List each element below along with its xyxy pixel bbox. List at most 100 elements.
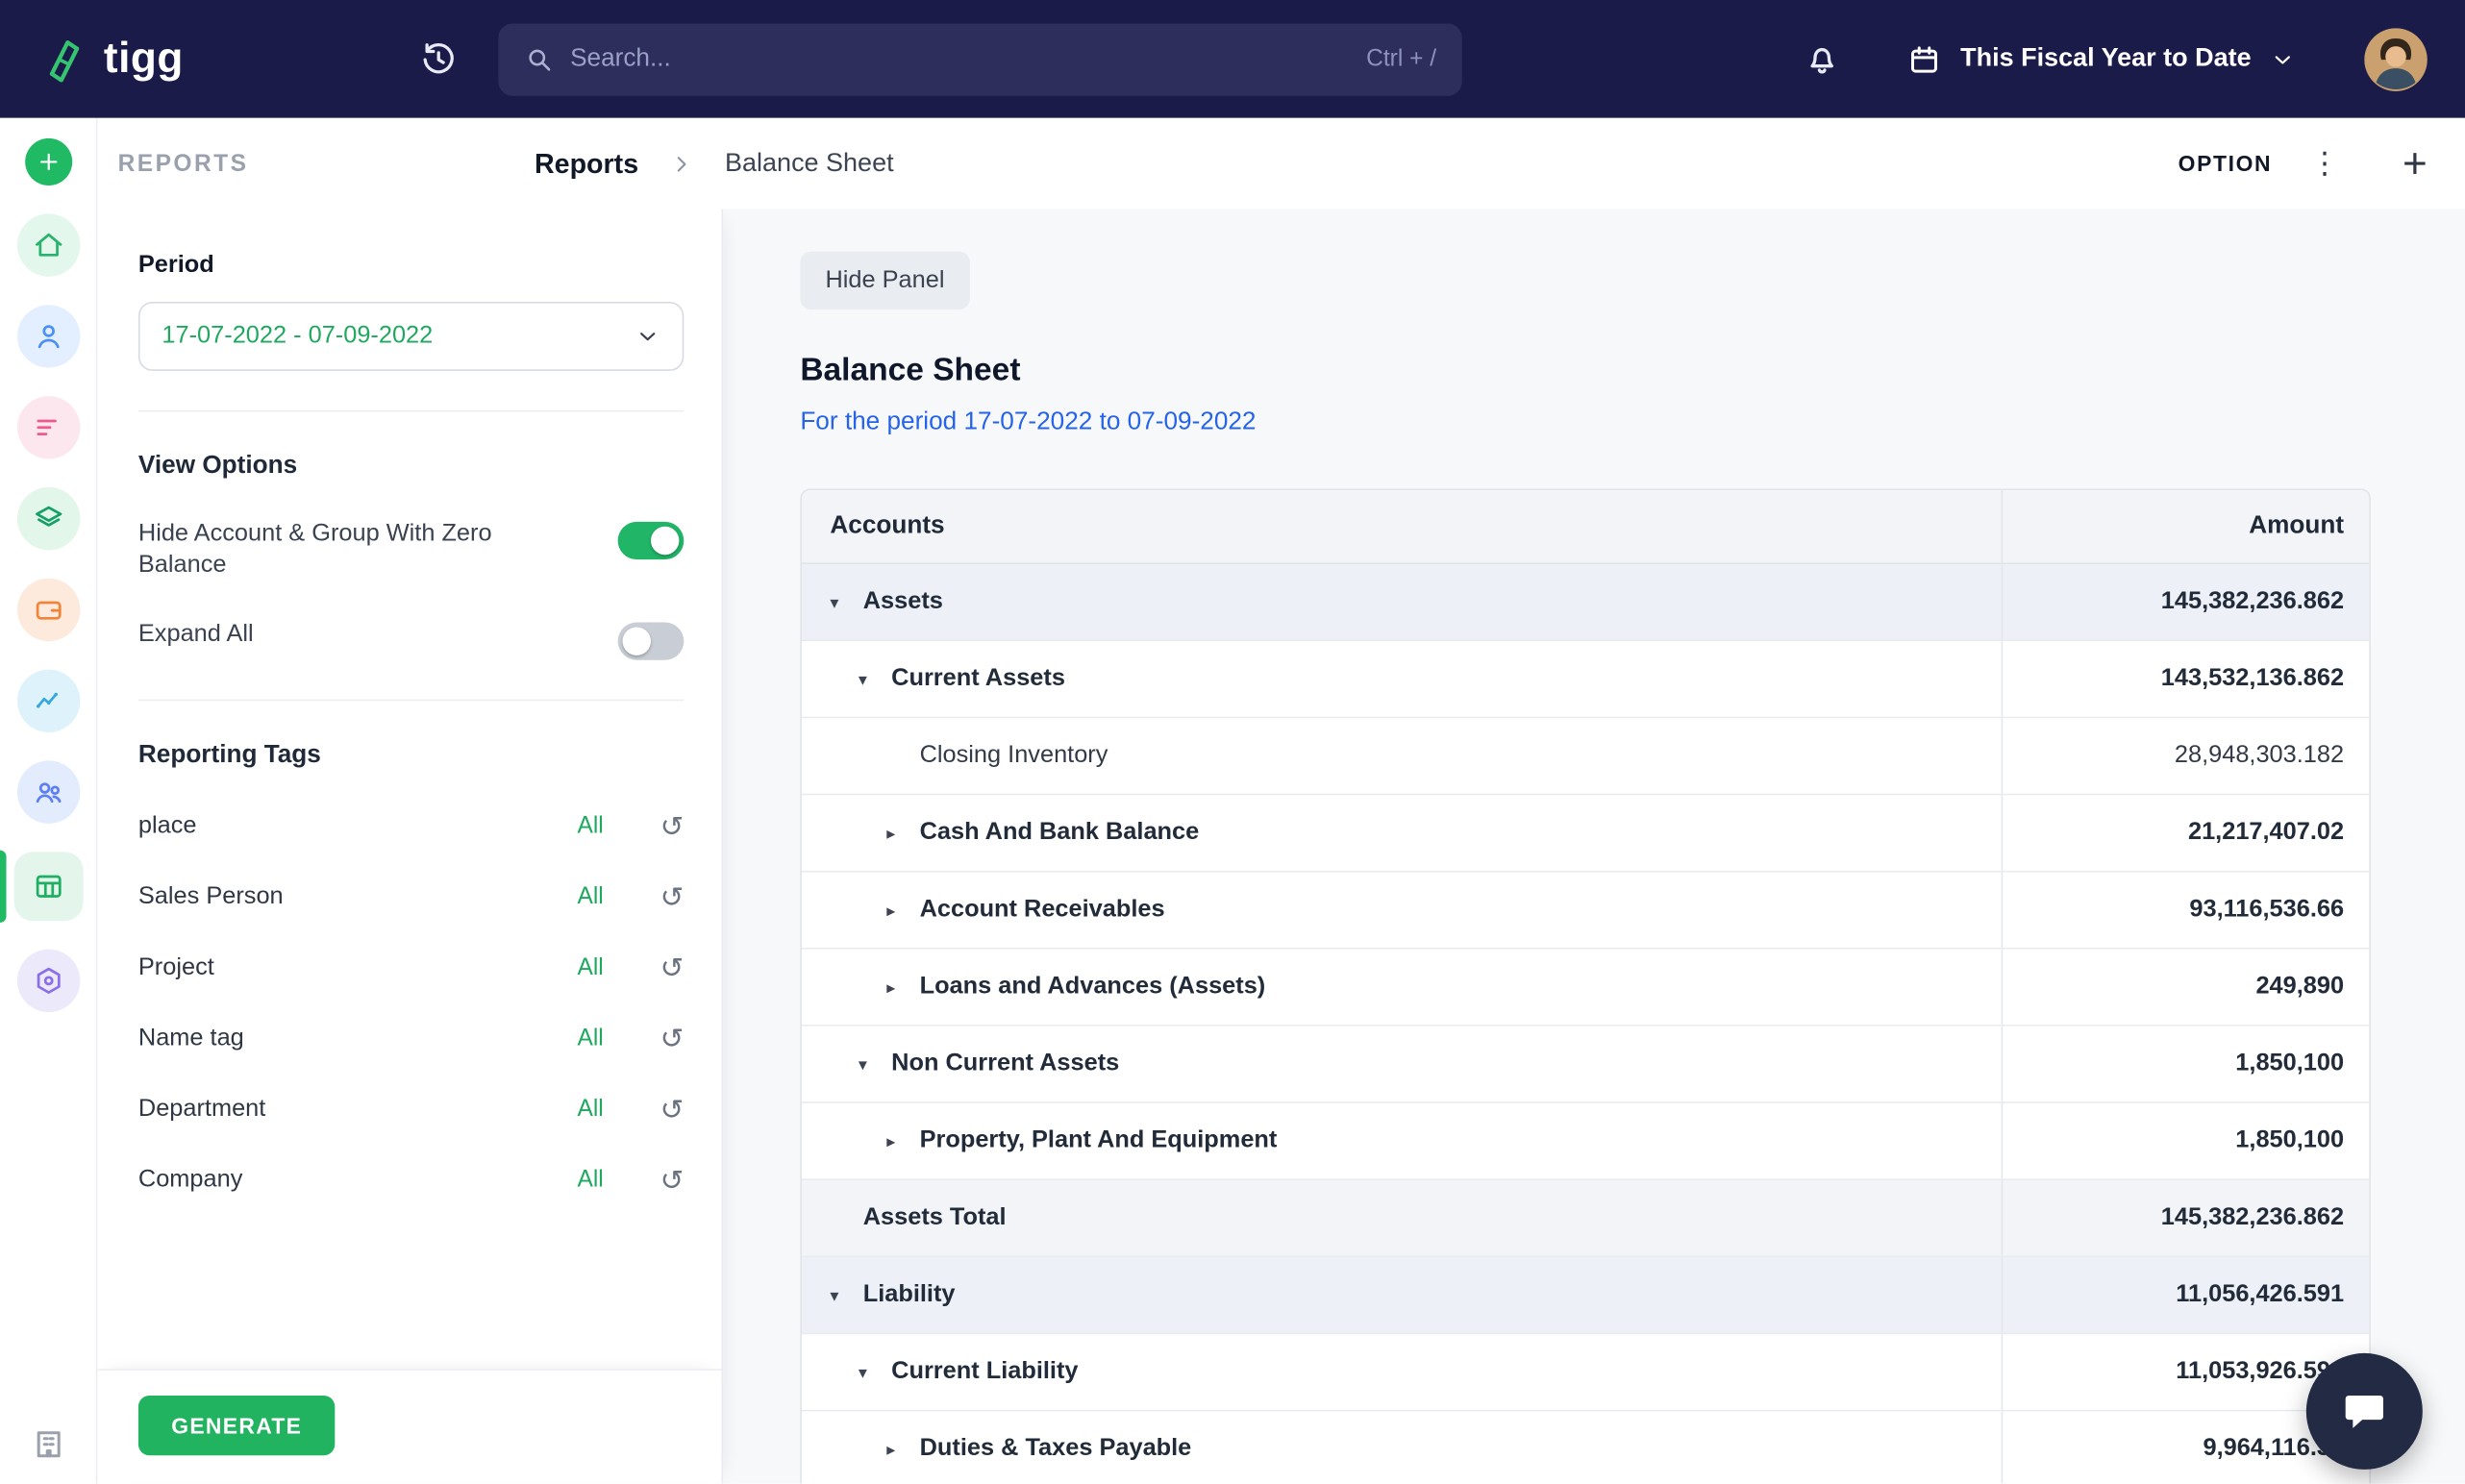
tag-row-place: place All ↺ [138,812,684,840]
bell-icon[interactable] [1804,40,1841,78]
topbar: tigg Ctrl + / This [0,0,2465,118]
caret-icon[interactable]: ▸ [886,823,919,843]
amount-value: 143,532,136.862 [2002,641,2370,716]
breadcrumb-reports[interactable]: Reports [535,147,638,180]
toggle-knob [651,527,679,555]
chat-widget-button[interactable] [2306,1353,2423,1470]
tag-row-project: Project All ↺ [138,953,684,981]
sidebar-item-home[interactable] [16,213,79,276]
sidebar-item-reports[interactable] [13,852,83,921]
table-row-assets[interactable]: ▾Assets 145,382,236.862 [802,564,2369,641]
section-label: REPORTS [118,150,249,177]
search-input[interactable] [570,45,1349,73]
breadcrumb-balance-sheet[interactable]: Balance Sheet [725,149,894,179]
reset-icon[interactable]: ↺ [660,953,685,981]
hide-panel-button[interactable]: Hide Panel [800,252,969,310]
account-label: Non Current Assets [891,1050,1119,1077]
account-label: Liability [863,1281,956,1309]
chevron-right-icon [670,152,694,176]
table-row-non-current-assets[interactable]: ▾Non Current Assets 1,850,100 [802,1026,2369,1103]
divider [138,410,684,412]
tag-row-company: Company All ↺ [138,1166,684,1194]
reset-icon[interactable]: ↺ [660,882,685,910]
caret-icon[interactable]: ▸ [886,1131,919,1151]
add-button[interactable] [24,138,71,186]
table-row-cash-and-bank[interactable]: ▸Cash And Bank Balance 21,217,407.02 [802,795,2369,872]
caret-icon[interactable]: ▸ [886,1439,919,1459]
tag-value[interactable]: All [578,1167,604,1194]
sidebar-item-analytics[interactable] [16,670,79,732]
table-row-current-assets[interactable]: ▾Current Assets 143,532,136.862 [802,641,2369,718]
account-label: Loans and Advances (Assets) [920,973,1266,1001]
tag-row-sales-person: Sales Person All ↺ [138,882,684,910]
sidebar-item-settings[interactable] [16,950,79,1012]
caret-icon[interactable]: ▾ [830,1285,862,1305]
toggle-label: Hide Account & Group With Zero Balance [138,519,560,581]
sidebar-item-inventory[interactable] [16,487,79,550]
period-dropdown[interactable]: 17-07-2022 - 07-09-2022 [138,302,684,371]
table-row-account-receivables[interactable]: ▸Account Receivables 93,116,536.66 [802,873,2369,950]
tag-row-department: Department All ↺ [138,1095,684,1123]
search-shortcut: Ctrl + / [1366,45,1436,72]
account-label: Cash And Bank Balance [920,819,1200,847]
reset-icon[interactable]: ↺ [660,1166,685,1194]
icon-rail [0,118,97,1484]
amount-value: 11,056,426.591 [2002,1257,2370,1332]
reset-icon[interactable]: ↺ [660,1025,685,1052]
kebab-menu-icon[interactable]: ⋮ [2309,145,2339,182]
caret-icon[interactable]: ▾ [859,1362,891,1382]
user-avatar[interactable] [2364,28,2427,90]
caret-icon[interactable]: ▸ [886,900,919,920]
amount-value: 21,217,407.02 [2002,795,2370,870]
sidebar-item-customers[interactable] [16,760,79,823]
tag-value[interactable]: All [578,813,604,840]
account-label: Assets [863,588,943,616]
amount-value: 1,850,100 [2002,1103,2370,1178]
amount-value: 249,890 [2002,950,2370,1025]
amount-value: 93,116,536.66 [2002,873,2370,948]
app-window: tigg Ctrl + / This [0,0,2465,1484]
sidebar-item-organization[interactable] [31,1427,65,1462]
period-value: 17-07-2022 - 07-09-2022 [162,322,433,350]
generate-button[interactable]: GENERATE [138,1396,336,1455]
app-logo[interactable]: tigg [37,34,184,84]
caret-icon[interactable]: ▸ [886,977,919,997]
table-row-loans-advances[interactable]: ▸Loans and Advances (Assets) 249,890 [802,950,2369,1026]
chevron-down-icon [2270,46,2295,71]
sidebar-item-sales[interactable] [16,396,79,458]
caret-icon[interactable]: ▾ [859,1053,891,1074]
panel-footer: GENERATE [97,1369,721,1483]
toggle-hide-zero-balance[interactable] [618,522,685,559]
report-subtitle[interactable]: For the period 17-07-2022 to 07-09-2022 [800,408,2465,436]
sidebar-item-payroll[interactable] [16,579,79,641]
table-header: Accounts Amount [802,490,2369,564]
toggle-knob [623,627,651,655]
tag-value[interactable]: All [578,1096,604,1123]
toggle-expand-all[interactable] [618,622,685,659]
balance-sheet-table: Accounts Amount ▾Assets 145,382,236.862 … [800,489,2371,1484]
table-icon [33,871,64,903]
tag-value[interactable]: All [578,1025,604,1051]
reset-icon[interactable]: ↺ [660,1095,685,1123]
tag-label: Department [138,1095,578,1123]
search-bar: Ctrl + / [498,23,1461,95]
sidebar-item-contacts[interactable] [16,305,79,367]
reset-icon[interactable]: ↺ [660,812,685,840]
accounts-column-header: Accounts [802,490,2002,562]
table-row-current-liability[interactable]: ▾Current Liability 11,053,926.591 [802,1334,2369,1411]
caret-icon[interactable]: ▾ [830,592,862,612]
table-row-duties-taxes-payable[interactable]: ▸Duties & Taxes Payable 9,964,116.36 [802,1411,2369,1483]
history-icon[interactable] [419,40,457,78]
amount-value: 145,382,236.862 [2002,564,2370,639]
tag-value[interactable]: All [578,883,604,910]
table-row-liability[interactable]: ▾Liability 11,056,426.591 [802,1257,2369,1334]
table-row-property-plant-equipment[interactable]: ▸Property, Plant And Equipment 1,850,100 [802,1103,2369,1180]
table-row-closing-inventory[interactable]: Closing Inventory 28,948,303.182 [802,718,2369,795]
option-button[interactable]: OPTION [2179,151,2273,176]
add-report-icon[interactable]: + [2403,142,2428,185]
tag-value[interactable]: All [578,954,604,981]
building-icon [31,1427,65,1462]
view-options-title: View Options [138,453,684,481]
fiscal-year-selector[interactable]: This Fiscal Year to Date [1907,41,2296,76]
caret-icon[interactable]: ▾ [859,669,891,689]
